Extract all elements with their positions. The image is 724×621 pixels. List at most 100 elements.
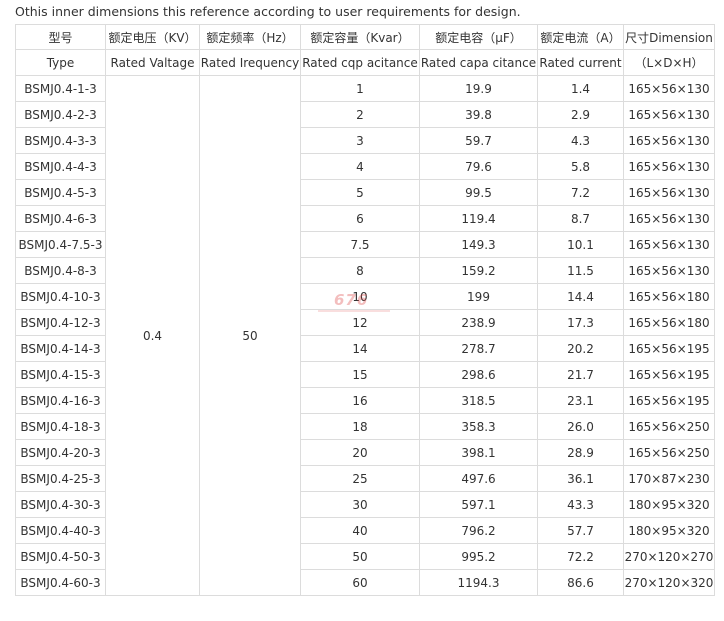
cell-capacitance: 19.9 (419, 75, 538, 102)
cell-current: 5.8 (537, 153, 624, 180)
header-en-dimension: （L×D×H） (623, 49, 715, 76)
cell-current: 36.1 (537, 465, 624, 492)
cell-capacitance: 119.4 (419, 205, 538, 232)
cell-type: BSMJ0.4-12-3 (15, 309, 106, 336)
cell-type: BSMJ0.4-10-3 (15, 283, 106, 310)
cell-current: 20.2 (537, 335, 624, 362)
cell-capacitance: 79.6 (419, 153, 538, 180)
cell-type: BSMJ0.4-1-3 (15, 75, 106, 102)
header-en-capacity: Rated cqp acitance (300, 49, 420, 76)
cell-capacitance: 497.6 (419, 465, 538, 492)
header-cn-capacity: 额定容量（Kvar） (300, 24, 420, 50)
header-cn-type: 型号 (15, 24, 106, 50)
header-cn-frequency: 额定频率（Hz） (199, 24, 301, 50)
cell-type: BSMJ0.4-15-3 (15, 361, 106, 388)
cell-current: 21.7 (537, 361, 624, 388)
table-caption: Othis inner dimensions this reference ac… (15, 4, 521, 19)
cell-current: 10.1 (537, 231, 624, 258)
cell-capacity: 6 (300, 205, 420, 232)
header-en-capacitance: Rated capa citance (419, 49, 538, 76)
table-row: BSMJ0.4-1-3 0.4 50 1 19.9 1.4 165×56×130 (15, 75, 715, 596)
cell-dimension: 165×56×130 (623, 153, 715, 180)
cell-type: BSMJ0.4-7.5-3 (15, 231, 106, 258)
cell-current: 28.9 (537, 439, 624, 466)
cell-capacity: 14 (300, 335, 420, 362)
cell-dimension: 165×56×250 (623, 413, 715, 440)
header-en-type: Type (15, 49, 106, 76)
cell-capacity: 10 (300, 283, 420, 310)
cell-type: BSMJ0.4-20-3 (15, 439, 106, 466)
cell-current: 2.9 (537, 101, 624, 128)
cell-capacity: 16 (300, 387, 420, 414)
cell-dimension: 165×56×195 (623, 387, 715, 414)
cell-capacitance: 398.1 (419, 439, 538, 466)
header-cn-dimension: 尺寸Dimension (623, 24, 715, 50)
cell-current: 4.3 (537, 127, 624, 154)
cell-dimension: 180×95×320 (623, 491, 715, 518)
cell-type: BSMJ0.4-16-3 (15, 387, 106, 414)
cell-capacitance: 59.7 (419, 127, 538, 154)
cell-current: 72.2 (537, 543, 624, 570)
cell-capacitance: 149.3 (419, 231, 538, 258)
cell-capacity: 60 (300, 569, 420, 596)
cell-capacitance: 278.7 (419, 335, 538, 362)
cell-capacity: 3 (300, 127, 420, 154)
cell-type: BSMJ0.4-6-3 (15, 205, 106, 232)
cell-capacity: 30 (300, 491, 420, 518)
cell-dimension: 165×56×130 (623, 101, 715, 128)
cell-capacity: 15 (300, 361, 420, 388)
cell-capacitance: 358.3 (419, 413, 538, 440)
cell-type: BSMJ0.4-50-3 (15, 543, 106, 570)
cell-dimension: 165×56×130 (623, 231, 715, 258)
cell-capacitance: 318.5 (419, 387, 538, 414)
cell-type: BSMJ0.4-5-3 (15, 179, 106, 206)
cell-capacity: 7.5 (300, 231, 420, 258)
cell-type: BSMJ0.4-60-3 (15, 569, 106, 596)
cell-capacity: 8 (300, 257, 420, 284)
cell-capacitance: 1194.3 (419, 569, 538, 596)
cell-capacitance: 39.8 (419, 101, 538, 128)
cell-current: 8.7 (537, 205, 624, 232)
cell-capacitance: 238.9 (419, 309, 538, 336)
cell-capacity: 1 (300, 75, 420, 102)
cell-current: 57.7 (537, 517, 624, 544)
cell-rated-voltage: 0.4 (105, 75, 200, 596)
cell-capacity: 18 (300, 413, 420, 440)
cell-current: 1.4 (537, 75, 624, 102)
cell-type: BSMJ0.4-8-3 (15, 257, 106, 284)
header-row-english: Type Rated Valtage Rated Irequency Rated… (15, 49, 715, 76)
cell-current: 26.0 (537, 413, 624, 440)
cell-capacity: 20 (300, 439, 420, 466)
cell-capacity: 40 (300, 517, 420, 544)
cell-type: BSMJ0.4-30-3 (15, 491, 106, 518)
cell-type: BSMJ0.4-25-3 (15, 465, 106, 492)
cell-dimension: 165×56×250 (623, 439, 715, 466)
capacitor-spec-table: 型号 额定电压（KV） 额定频率（Hz） 额定容量（Kvar） 额定电容（μF）… (15, 24, 715, 596)
header-en-frequency: Rated Irequency (199, 49, 301, 76)
header-en-voltage: Rated Valtage (105, 49, 200, 76)
header-cn-voltage: 额定电压（KV） (105, 24, 200, 50)
cell-dimension: 165×56×130 (623, 127, 715, 154)
cell-type: BSMJ0.4-3-3 (15, 127, 106, 154)
cell-dimension: 165×56×195 (623, 335, 715, 362)
cell-type: BSMJ0.4-40-3 (15, 517, 106, 544)
cell-capacitance: 298.6 (419, 361, 538, 388)
cell-dimension: 170×87×230 (623, 465, 715, 492)
cell-current: 23.1 (537, 387, 624, 414)
cell-capacity: 2 (300, 101, 420, 128)
cell-current: 11.5 (537, 257, 624, 284)
header-row-chinese: 型号 额定电压（KV） 额定频率（Hz） 额定容量（Kvar） 额定电容（μF）… (15, 24, 715, 50)
cell-capacity: 4 (300, 153, 420, 180)
cell-capacity: 12 (300, 309, 420, 336)
cell-capacitance: 199 (419, 283, 538, 310)
cell-capacitance: 796.2 (419, 517, 538, 544)
cell-capacitance: 597.1 (419, 491, 538, 518)
header-cn-current: 额定电流（A） (537, 24, 624, 50)
cell-type: BSMJ0.4-2-3 (15, 101, 106, 128)
cell-dimension: 270×120×270 (623, 543, 715, 570)
cell-dimension: 165×56×130 (623, 75, 715, 102)
cell-current: 17.3 (537, 309, 624, 336)
cell-capacitance: 995.2 (419, 543, 538, 570)
cell-capacity: 50 (300, 543, 420, 570)
header-en-current: Rated current (537, 49, 624, 76)
